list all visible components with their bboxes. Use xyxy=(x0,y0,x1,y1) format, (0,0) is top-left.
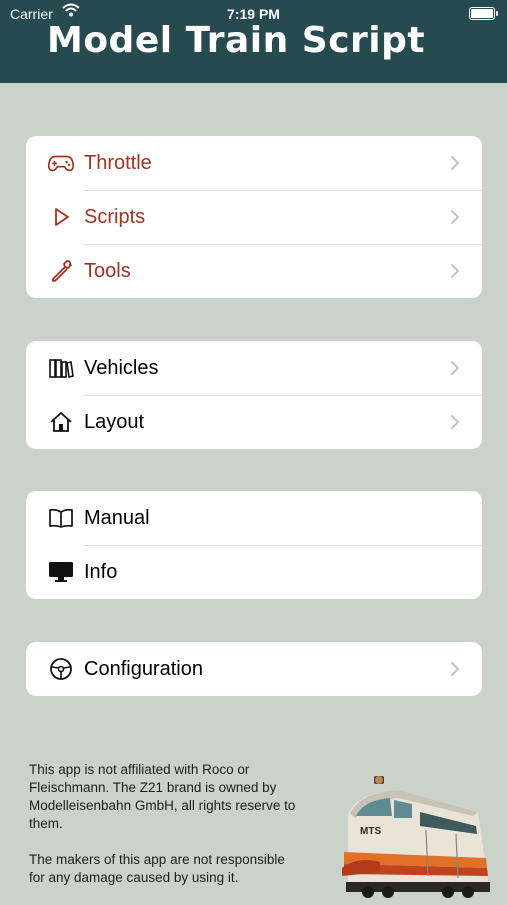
house-icon xyxy=(48,409,74,435)
books-icon xyxy=(48,355,74,381)
menu-item-manual[interactable]: Manual xyxy=(26,491,482,545)
menu-item-label: Tools xyxy=(84,260,131,282)
chevron-right-icon xyxy=(448,258,462,284)
menu-item-throttle[interactable]: Throttle xyxy=(26,136,482,190)
chevron-right-icon xyxy=(448,656,462,682)
app-title: Model Train Script xyxy=(47,20,426,61)
menu-item-tools[interactable]: Tools xyxy=(26,244,482,298)
menu-item-info[interactable]: Info xyxy=(26,545,482,599)
menu-item-label: Info xyxy=(84,561,118,583)
menu-item-vehicles[interactable]: Vehicles xyxy=(26,341,482,395)
menu-card-setup: Vehicles Layout xyxy=(26,341,482,449)
chevron-right-icon xyxy=(448,150,462,176)
disclaimer-text: This app is not affiliated with Roco or … xyxy=(29,761,299,905)
train-illustration: MTS xyxy=(328,772,498,900)
menu-item-label: Vehicles xyxy=(84,357,159,379)
chevron-right-icon xyxy=(448,355,462,381)
battery-icon xyxy=(469,7,498,20)
menu-card-main: Throttle Scripts Tools xyxy=(26,136,482,298)
play-icon xyxy=(48,204,74,230)
menu-item-scripts[interactable]: Scripts xyxy=(26,190,482,244)
menu-card-settings: Configuration xyxy=(26,642,482,696)
wrench-icon xyxy=(48,258,74,284)
chevron-right-icon xyxy=(448,204,462,230)
liability-notice: The makers of this app are not responsib… xyxy=(29,852,285,885)
train-plate: MTS xyxy=(360,826,381,837)
chevron-right-icon xyxy=(448,409,462,435)
gamepad-icon xyxy=(48,150,74,176)
book-icon xyxy=(48,505,74,531)
monitor-icon xyxy=(48,559,74,585)
menu-item-label: Scripts xyxy=(84,206,146,228)
menu-item-label: Manual xyxy=(84,507,150,529)
menu-item-configuration[interactable]: Configuration xyxy=(26,642,482,696)
menu-item-label: Configuration xyxy=(84,658,203,680)
steering-wheel-icon xyxy=(48,656,74,682)
menu-card-help: Manual Info xyxy=(26,491,482,599)
menu-item-label: Throttle xyxy=(84,152,152,174)
menu-item-label: Layout xyxy=(84,411,145,433)
menu-item-layout[interactable]: Layout xyxy=(26,395,482,449)
affiliation-notice: This app is not affiliated with Roco or … xyxy=(29,762,296,831)
